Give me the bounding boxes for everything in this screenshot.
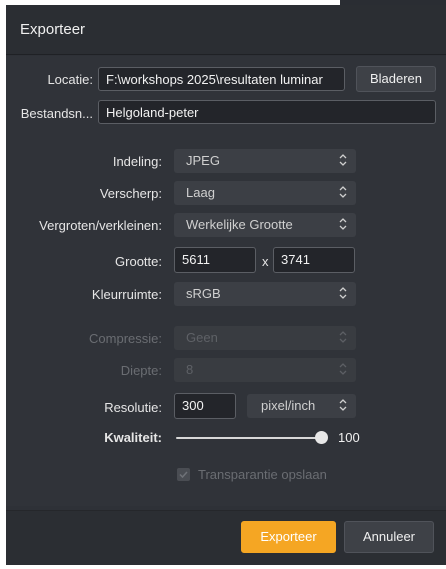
resolution-unit-value: pixel/inch [261,398,316,413]
depth-label: Diepte: [120,363,162,378]
resize-value: Werkelijke Grootte [186,217,293,232]
quality-label: Kwaliteit: [104,430,162,445]
quality-slider-thumb[interactable] [314,431,328,444]
dialog-titlebar: Exporteer [6,5,446,55]
format-label: Indeling: [112,154,162,169]
resolution-label: Resolutie: [104,400,162,415]
chevron-updown-icon [339,363,347,375]
export-dialog: Exporteer Locatie: F:\workshops 2025\res… [6,5,446,565]
location-label: Locatie: [47,72,93,87]
sharpen-value: Laag [186,185,215,200]
resize-label: Vergroten/verkleinen: [39,218,162,233]
colorspace-label: Kleurruimte: [91,287,162,302]
quality-slider-track[interactable] [176,437,321,439]
quality-value: 100 [338,430,360,445]
colorspace-select[interactable]: sRGB [174,282,356,306]
compression-select: Geen [174,326,356,350]
location-field[interactable]: F:\workshops 2025\resultaten luminar [98,67,345,91]
sharpen-label: Verscherp: [99,186,162,201]
depth-select: 8 [174,358,356,382]
cancel-button[interactable]: Annuleer [344,521,434,553]
filename-field[interactable]: Helgoland-peter [98,100,436,124]
chevron-updown-icon [339,186,347,198]
resolution-unit-select[interactable]: pixel/inch [247,394,356,418]
chevron-updown-icon [339,331,347,343]
compression-value: Geen [186,330,218,345]
chevron-updown-icon [339,399,347,411]
transparency-label: Transparantie opslaan [198,467,327,482]
chevron-updown-icon [339,287,347,299]
colorspace-value: sRGB [186,286,221,301]
chevron-updown-icon [339,154,347,166]
compression-label: Compressie: [89,331,162,346]
format-select[interactable]: JPEG [174,149,356,173]
depth-value: 8 [186,362,194,377]
height-field[interactable]: 3741 [273,247,355,273]
sharpen-select[interactable]: Laag [174,181,356,205]
check-icon [179,471,188,479]
format-value: JPEG [186,153,220,168]
browse-button[interactable]: Bladeren [356,66,436,92]
export-button[interactable]: Exporteer [241,521,336,553]
dialog-title: Exporteer [20,21,86,38]
size-separator: x [262,254,269,269]
size-label: Grootte: [115,254,162,269]
resize-select[interactable]: Werkelijke Grootte [174,213,356,237]
filename-label: Bestandsn... [20,106,93,121]
transparency-checkbox [177,468,190,481]
resolution-field[interactable]: 300 [174,393,236,419]
chevron-updown-icon [339,218,347,230]
width-field[interactable]: 5611 [174,247,256,273]
